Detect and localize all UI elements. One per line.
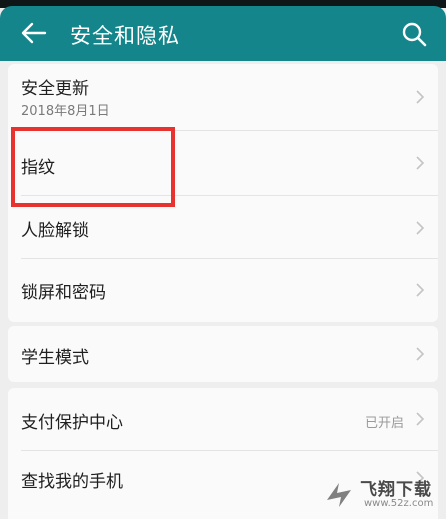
list-item-label: 锁屏和密码: [21, 283, 106, 303]
list-item-label: 学生模式: [21, 348, 89, 368]
app-bar: 安全和隐私: [0, 6, 446, 61]
list-item-label: 安全更新: [21, 79, 89, 99]
list-item-student-mode[interactable]: 学生模式: [8, 326, 438, 382]
search-button[interactable]: [396, 16, 432, 52]
page-title: 安全和隐私: [70, 24, 180, 48]
watermark-text: 飞翔下载: [360, 480, 432, 500]
back-button[interactable]: [14, 16, 54, 50]
watermark-logo-icon: [327, 483, 351, 507]
watermark: 飞翔下载 www.52z.com: [318, 474, 438, 516]
chevron-right-icon: [416, 412, 425, 426]
list-item-security-update[interactable]: 安全更新 2018年8月1日: [8, 64, 438, 130]
payment-protection-status: 已开启: [364, 416, 404, 431]
chevron-right-icon: [416, 347, 425, 361]
security-update-date: 2018年8月1日: [21, 104, 110, 119]
list-item-label: 人脸解锁: [21, 221, 89, 241]
chevron-right-icon: [416, 156, 425, 170]
back-arrow-icon: [21, 22, 47, 44]
search-icon: [402, 22, 427, 47]
settings-card-student: 学生模式: [8, 326, 438, 382]
chevron-right-icon: [416, 221, 425, 235]
list-item-payment-protection[interactable]: 支付保护中心 已开启: [8, 388, 438, 450]
watermark-url: www.52z.com: [364, 498, 434, 509]
list-item-lock-screen[interactable]: 锁屏和密码: [8, 259, 438, 322]
chevron-right-icon: [416, 283, 425, 297]
list-item-label: 查找我的手机: [21, 472, 123, 492]
highlight-annotation: [11, 127, 175, 207]
chevron-right-icon: [416, 90, 425, 104]
list-item-label: 支付保护中心: [21, 413, 123, 433]
